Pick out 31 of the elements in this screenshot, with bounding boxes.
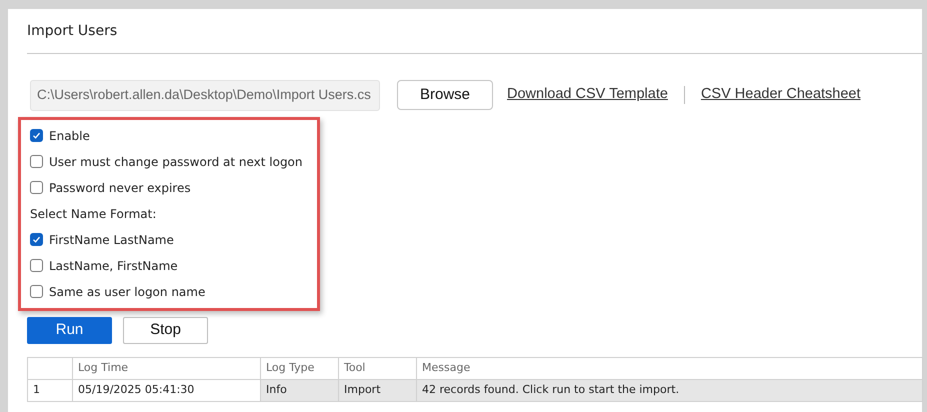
column-header: Log Type <box>260 357 338 380</box>
browse-button[interactable]: Browse <box>397 80 493 110</box>
checkbox-label[interactable]: LastName, FirstName <box>49 256 178 275</box>
column-header: Message <box>416 357 922 380</box>
checkbox-label[interactable]: Password never expires <box>49 178 191 197</box>
link[interactable]: Download CSV Template <box>507 84 668 106</box>
checkbox[interactable] <box>30 285 43 298</box>
checkbox[interactable] <box>30 233 43 246</box>
checkbox[interactable] <box>30 129 43 142</box>
section-label: Select Name Format: <box>30 206 158 223</box>
checkbox-label[interactable]: FirstName LastName <box>49 230 174 249</box>
checkmark-icon <box>32 235 41 244</box>
column-header: Tool <box>338 357 416 380</box>
checkbox[interactable] <box>30 181 43 194</box>
checkbox[interactable] <box>30 259 43 272</box>
run-button[interactable]: Run <box>27 316 112 344</box>
file-path-field[interactable]: C:\Users\robert.allen.da\Desktop\Demo\Import Users.cs <box>30 80 380 111</box>
table-cell: 1 <box>28 379 72 402</box>
checkbox-label[interactable]: Same as user logon name <box>49 282 206 301</box>
checkbox-label[interactable]: User must change password at next logon <box>49 152 303 171</box>
stop-button[interactable]: Stop <box>123 316 208 344</box>
column-header: Log Time <box>72 357 260 380</box>
checkbox-label[interactable]: Enable <box>49 126 90 145</box>
table-cell: 42 records found. Click run to start the import. <box>416 379 922 402</box>
checkmark-icon <box>32 131 41 140</box>
panel-title: Import Users <box>27 22 118 41</box>
link[interactable]: CSV Header Cheatsheet <box>700 84 861 106</box>
table-cell: Import <box>338 379 416 402</box>
table-cell: Info <box>260 379 338 402</box>
table-cell: 05/19/2025 05:41:30 <box>72 379 260 402</box>
checkbox[interactable] <box>30 155 43 168</box>
